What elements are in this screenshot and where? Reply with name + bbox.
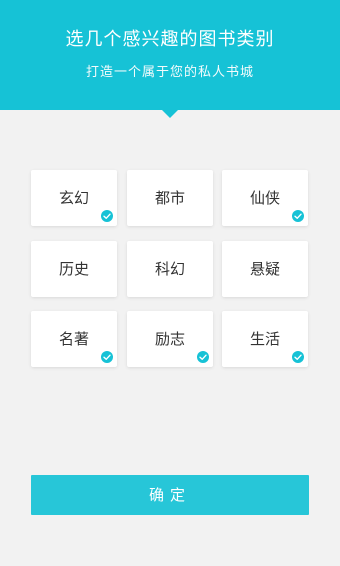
check-icon xyxy=(292,351,304,363)
confirm-button[interactable]: 确定 xyxy=(31,475,309,515)
category-label: 都市 xyxy=(154,189,185,207)
category-label: 仙侠 xyxy=(249,189,280,207)
header-banner: 选几个感兴趣的图书类别 打造一个属于您的私人书城 xyxy=(0,0,340,110)
category-label: 历史 xyxy=(58,260,89,278)
check-icon xyxy=(101,351,113,363)
check-icon xyxy=(101,210,113,222)
header-pointer xyxy=(162,110,178,118)
category-label: 生活 xyxy=(249,330,280,348)
category-label: 励志 xyxy=(154,330,185,348)
category-card-xuanhuan[interactable]: 玄幻 xyxy=(31,170,117,226)
category-label: 名著 xyxy=(58,330,89,348)
check-icon xyxy=(197,351,209,363)
category-card-xuanyi[interactable]: 悬疑 xyxy=(222,241,308,297)
category-card-lishi[interactable]: 历史 xyxy=(31,241,117,297)
check-icon xyxy=(292,210,304,222)
category-card-dushi[interactable]: 都市 xyxy=(127,170,213,226)
category-card-kehuan[interactable]: 科幻 xyxy=(127,241,213,297)
category-card-shenghuo[interactable]: 生活 xyxy=(222,311,308,367)
category-card-lizhi[interactable]: 励志 xyxy=(127,311,213,367)
category-card-mingzhu[interactable]: 名著 xyxy=(31,311,117,367)
page-title: 选几个感兴趣的图书类别 xyxy=(65,29,275,50)
category-label: 科幻 xyxy=(154,260,185,278)
category-label: 悬疑 xyxy=(249,260,280,278)
page-subtitle: 打造一个属于您的私人书城 xyxy=(85,65,254,80)
category-label: 玄幻 xyxy=(58,189,89,207)
category-card-xianxia[interactable]: 仙侠 xyxy=(222,170,308,226)
